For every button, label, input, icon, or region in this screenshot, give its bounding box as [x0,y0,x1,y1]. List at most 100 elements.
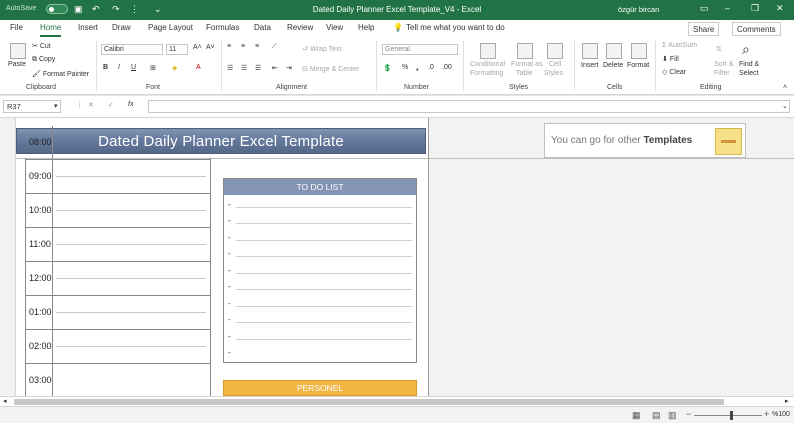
scroll-left-icon[interactable]: ◂ [3,397,7,405]
todo-item[interactable]: - [228,279,412,295]
autosum-button[interactable]: Σ AutoSum [662,42,697,49]
todo-item[interactable]: - [228,263,412,279]
cell-styles-icon[interactable] [547,43,563,59]
normal-view-icon[interactable]: ▦ [632,410,641,421]
conditional-formatting-icon[interactable] [480,43,496,59]
tab-review[interactable]: Review [287,23,313,32]
collapse-ribbon-icon[interactable]: ˄ [783,84,787,91]
format-as-table-label[interactable]: Format as [511,61,543,68]
format-cells-button[interactable]: Format [627,62,649,69]
tab-data[interactable]: Data [254,23,271,32]
sort-filter-label-2[interactable]: Filter [714,70,730,77]
maximize-icon[interactable]: ❐ [751,3,759,14]
decrease-indent-icon[interactable]: ⇤ [272,64,278,72]
time-slot[interactable]: 02:00 [26,330,211,364]
fill-color-icon[interactable]: ◈ [172,64,177,72]
templates-promo[interactable]: You can go for other Templates [544,123,746,158]
tab-help[interactable]: Help [358,23,374,32]
underline-button[interactable]: U [131,64,136,71]
horizontal-scrollbar[interactable]: ◂ ▸ [0,396,794,406]
font-color-icon[interactable]: A [196,64,201,71]
todo-item[interactable]: - [228,246,412,262]
tab-draw[interactable]: Draw [112,23,131,32]
insert-cells-icon[interactable] [582,43,598,59]
clear-button[interactable]: ◇ Clear [662,68,686,76]
page-break-view-icon[interactable]: ▥ [668,410,677,421]
merge-center-button[interactable]: ⊟ Merge & Center [302,65,359,73]
name-box-dropdown-icon[interactable]: ▾ [54,102,58,110]
decrease-decimal-icon[interactable]: .00 [442,64,452,71]
sort-filter-icon[interactable]: ⇅ [716,45,722,53]
find-select-icon[interactable]: ⌕ [742,41,750,58]
tell-me-input[interactable]: Tell me what you want to do [406,23,505,32]
accounting-format-icon[interactable]: 💲 [383,64,392,72]
orientation-icon[interactable]: ⟋ [272,43,277,51]
zoom-slider[interactable] [694,415,762,416]
user-name[interactable]: özgür bircan [618,5,659,14]
scroll-right-icon[interactable]: ▸ [785,397,789,405]
increase-indent-icon[interactable]: ⇥ [286,64,292,72]
comments-button[interactable]: Comments [732,22,781,36]
find-select-label-2[interactable]: Select [739,70,758,77]
cut-button[interactable]: ✂ Cut [32,42,51,50]
todo-item[interactable]: - [228,329,412,345]
cancel-entry-icon[interactable]: ✕ [88,101,94,109]
cell-styles-label-2[interactable]: Styles [544,70,563,77]
fill-button[interactable]: ⬇ Fill [662,55,679,63]
wrap-text-button[interactable]: ⮐ Wrap Text [302,45,342,56]
todo-item[interactable]: - [228,197,412,213]
scrollbar-thumb[interactable] [14,399,724,405]
tab-insert[interactable]: Insert [78,23,98,32]
paste-button[interactable]: Paste [8,61,26,68]
zoom-level[interactable]: %100 [772,411,790,418]
confirm-entry-icon[interactable]: ✓ [108,101,114,109]
delete-cells-button[interactable]: Delete [603,62,623,69]
font-name-select[interactable]: Calibri [101,44,163,55]
tab-page-layout[interactable]: Page Layout [148,23,193,32]
time-slot[interactable]: 10:00 [26,194,211,228]
time-slot[interactable]: 11:00 [26,228,211,262]
todo-item[interactable]: - [228,296,412,312]
todo-item[interactable]: - [228,213,412,229]
todo-item[interactable]: - [228,345,412,361]
align-top-icon[interactable]: ≡ [227,43,231,50]
format-painter-button[interactable]: 🖌 Format Painter [32,70,89,78]
tab-file[interactable]: File [10,23,23,32]
delete-cells-icon[interactable] [606,43,622,59]
borders-icon[interactable]: ⊞ [150,64,156,72]
format-as-table-icon[interactable] [517,43,533,59]
share-button[interactable]: Share [688,22,720,36]
align-center-icon[interactable]: ☰ [241,64,247,72]
find-select-label[interactable]: Find & [739,61,759,68]
align-bottom-icon[interactable]: ≡ [255,43,259,50]
paste-icon[interactable] [10,43,26,59]
time-slot[interactable]: 03:00 [26,364,211,396]
zoom-out-icon[interactable]: − [686,409,691,419]
tab-view[interactable]: View [326,23,343,32]
name-box[interactable]: R37 [3,100,61,113]
bold-button[interactable]: B [103,64,108,71]
comma-style-icon[interactable]: ❟ [416,64,419,72]
time-slot[interactable]: 08:00 [26,126,211,160]
conditional-formatting-label-2[interactable]: Formatting [470,70,503,77]
time-slot[interactable]: 12:00 [26,262,211,296]
time-slot[interactable]: 01:00 [26,296,211,330]
zoom-in-icon[interactable]: + [764,409,769,419]
format-as-table-label-2[interactable]: Table [516,70,533,77]
time-slot[interactable]: 09:00 [26,160,211,194]
expand-formula-icon[interactable]: ⌄ [782,102,788,110]
italic-button[interactable]: I [118,64,120,71]
cell-styles-label[interactable]: Cell [549,61,561,68]
increase-decimal-icon[interactable]: .0 [428,64,434,71]
minimize-icon[interactable]: – [725,3,730,13]
number-format-select[interactable]: General [382,44,458,55]
increase-font-icon[interactable]: A˄ [193,44,202,51]
tab-home[interactable]: Home [40,23,62,37]
align-middle-icon[interactable]: ≡ [241,43,245,50]
font-size-select[interactable]: 11 [166,44,188,55]
close-icon[interactable]: ✕ [776,3,784,14]
decrease-font-icon[interactable]: A˅ [206,44,215,51]
ribbon-display-icon[interactable]: ▭ [700,3,709,14]
copy-button[interactable]: ⧉ Copy [32,56,55,64]
todo-item[interactable]: - [228,230,412,246]
